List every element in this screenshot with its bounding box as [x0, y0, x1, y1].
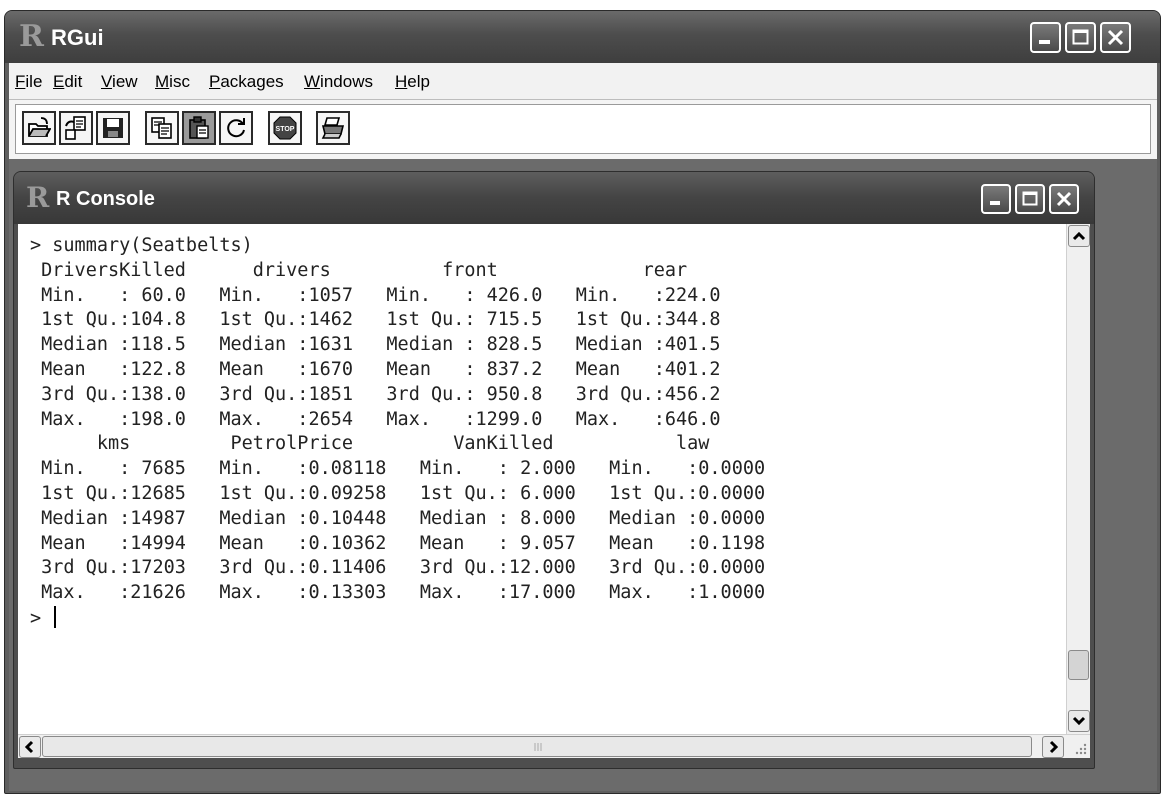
- console-line: kms PetrolPrice VanKilled law: [30, 433, 799, 455]
- menu-help[interactable]: Help: [395, 72, 430, 92]
- chevron-right-icon: [1049, 740, 1059, 754]
- close-button[interactable]: [1100, 22, 1131, 53]
- load-workspace-icon: [65, 116, 86, 140]
- chevron-down-icon: [1072, 716, 1086, 726]
- horizontal-scroll-thumb[interactable]: [42, 736, 1032, 757]
- console-line: 1st Qu.:12685 1st Qu.:0.09258 1st Qu.: 6…: [30, 482, 788, 504]
- console-title: R Console: [56, 188, 155, 210]
- scroll-up-button[interactable]: [1068, 225, 1090, 247]
- menu-windows[interactable]: Windows: [304, 72, 373, 92]
- paste-icon: [189, 116, 209, 139]
- menu-misc[interactable]: Misc: [155, 72, 190, 92]
- maximize-icon: [1072, 29, 1089, 45]
- console-line: Mean :14994 Mean :0.10362 Mean : 9.057 M…: [30, 532, 788, 554]
- console-text: > summary(Seatbelts) DriversKilled drive…: [30, 234, 799, 631]
- menu-packages[interactable]: Packages: [209, 72, 284, 92]
- console-line: Median :118.5 Median :1631 Median : 828.…: [30, 334, 743, 356]
- rgui-window: R RGui File Edit View Misc Packages Wind…: [4, 10, 1161, 794]
- console-line: Median :14987 Median :0.10448 Median : 8…: [30, 507, 788, 529]
- toolbar: STOP: [9, 99, 1157, 160]
- resize-grip-icon[interactable]: [1070, 738, 1088, 756]
- menu-edit[interactable]: Edit: [53, 72, 82, 92]
- open-script-button[interactable]: [22, 111, 56, 145]
- maximize-icon: [1022, 191, 1038, 206]
- console-line: Max. :21626 Max. :0.13303 Max. :17.000 M…: [30, 582, 788, 604]
- console-output[interactable]: > summary(Seatbelts) DriversKilled drive…: [18, 224, 1090, 734]
- save-icon: [103, 118, 123, 138]
- r-logo-icon: R: [26, 181, 50, 214]
- console-line: > summary(Seatbelts): [30, 235, 253, 256]
- vertical-scroll-thumb[interactable]: [1068, 650, 1089, 680]
- stop-button[interactable]: STOP: [268, 111, 302, 145]
- copy-icon: [151, 117, 172, 139]
- minimize-icon: [990, 201, 1000, 205]
- scroll-left-button[interactable]: [19, 736, 41, 758]
- minimize-icon: [1039, 40, 1050, 44]
- scroll-down-button[interactable]: [1068, 710, 1090, 732]
- console-line: 3rd Qu.:17203 3rd Qu.:0.11406 3rd Qu.:12…: [30, 557, 788, 579]
- console-line: 3rd Qu.:138.0 3rd Qu.:1851 3rd Qu.: 950.…: [30, 383, 743, 405]
- open-script-icon: [28, 117, 51, 137]
- console-close-button[interactable]: [1049, 184, 1079, 214]
- console-input-line[interactable]: >: [30, 605, 799, 631]
- app-title: RGui: [51, 25, 104, 50]
- r-logo-icon: R: [19, 19, 44, 54]
- refresh-icon: [227, 118, 245, 138]
- console-line: Max. :198.0 Max. :2654 Max. :1299.0 Max.…: [30, 408, 743, 430]
- console-line: 1st Qu.:104.8 1st Qu.:1462 1st Qu.: 715.…: [30, 309, 743, 331]
- print-icon: [321, 117, 345, 139]
- close-icon: [1056, 191, 1072, 207]
- console-minimize-button[interactable]: [981, 184, 1011, 214]
- console-prompt: >: [30, 607, 53, 629]
- console-titlebar[interactable]: R R Console: [14, 172, 1094, 224]
- rgui-titlebar[interactable]: R RGui: [5, 11, 1160, 63]
- console-line: DriversKilled drivers front rear: [30, 259, 754, 281]
- menu-file[interactable]: File: [15, 72, 42, 92]
- chevron-up-icon: [1072, 231, 1086, 241]
- stop-icon: STOP: [273, 116, 297, 140]
- chevron-left-icon: [24, 740, 34, 754]
- scroll-right-button[interactable]: [1042, 736, 1064, 758]
- menu-bar: File Edit View Misc Packages Windows Hel…: [9, 63, 1157, 99]
- load-workspace-button[interactable]: [59, 111, 93, 145]
- paste-button[interactable]: [182, 111, 216, 145]
- console-line: Mean :122.8 Mean :1670 Mean : 837.2 Mean…: [30, 358, 743, 380]
- console-line: Min. : 7685 Min. :0.08118 Min. : 2.000 M…: [30, 458, 788, 480]
- save-workspace-button[interactable]: [96, 111, 130, 145]
- grip-icon: [534, 743, 542, 751]
- console-maximize-button[interactable]: [1015, 184, 1045, 214]
- horizontal-scrollbar[interactable]: [18, 734, 1090, 758]
- print-button[interactable]: [316, 111, 350, 145]
- console-line: Min. : 60.0 Min. :1057 Min. : 426.0 Min.…: [30, 284, 743, 306]
- stop-icon-label: STOP: [276, 126, 295, 133]
- r-console-window: R R Console > summary(Seatbelts) Drivers…: [13, 171, 1095, 769]
- mdi-workspace: R R Console > summary(Seatbelts) Drivers…: [9, 159, 1157, 791]
- refresh-button[interactable]: [219, 111, 253, 145]
- minimize-button[interactable]: [1030, 22, 1061, 53]
- vertical-scrollbar[interactable]: [1066, 224, 1090, 734]
- maximize-button[interactable]: [1065, 22, 1096, 53]
- menu-view[interactable]: View: [101, 72, 138, 92]
- copy-button[interactable]: [145, 111, 179, 145]
- close-icon: [1107, 29, 1124, 46]
- text-cursor: [54, 605, 57, 628]
